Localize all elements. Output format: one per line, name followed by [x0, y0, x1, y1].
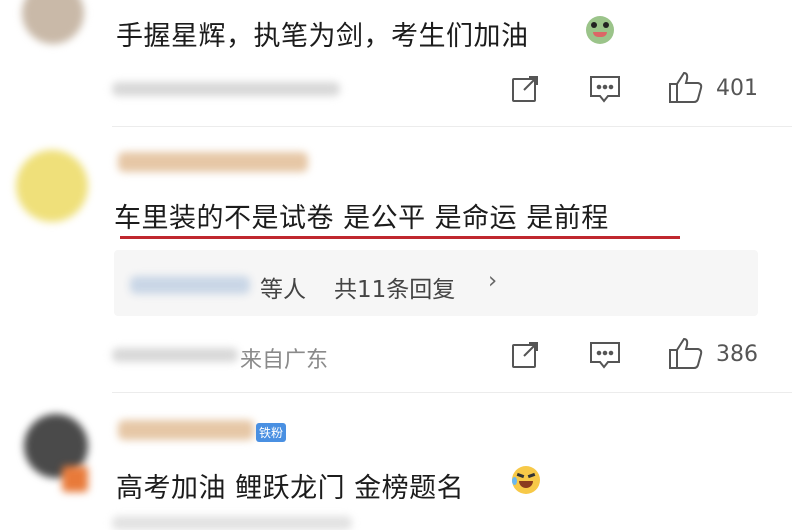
like-icon[interactable]: [668, 336, 704, 370]
avatar-badge: [62, 466, 88, 492]
comment-icon[interactable]: [588, 340, 622, 370]
username[interactable]: [118, 420, 254, 440]
avatar[interactable]: [22, 0, 84, 44]
comment-meta: [112, 82, 340, 96]
username[interactable]: [118, 152, 308, 172]
replies-suffix: 等人: [260, 277, 306, 303]
like-icon[interactable]: [668, 70, 704, 104]
comment-icon[interactable]: [588, 74, 622, 104]
comment-meta: [112, 348, 238, 362]
divider: [112, 392, 792, 393]
highlight-underline: [120, 236, 680, 239]
comment-meta: [112, 516, 352, 530]
comment-text: 手握星辉，执笔为剑，考生们加油: [116, 21, 529, 52]
fan-badge: 铁粉: [256, 423, 287, 442]
avatar[interactable]: [16, 150, 88, 222]
comment-text: 车里装的不是试卷 是公平 是命运 是前程: [114, 203, 609, 234]
share-icon[interactable]: [510, 74, 540, 104]
comment-origin: 来自广东: [240, 348, 329, 373]
like-count: 401: [716, 76, 758, 101]
like-count: 386: [716, 342, 758, 367]
replies-count[interactable]: 共11条回复: [334, 270, 455, 304]
divider: [112, 126, 792, 127]
comment-text: 高考加油 鲤跃龙门 金榜题名: [116, 473, 465, 504]
reply-avatars: [130, 276, 250, 294]
frog-emoji: [586, 16, 614, 44]
crying-laugh-emoji: [512, 466, 540, 494]
share-icon[interactable]: [510, 340, 540, 370]
chevron-right-icon: ›: [488, 268, 498, 294]
